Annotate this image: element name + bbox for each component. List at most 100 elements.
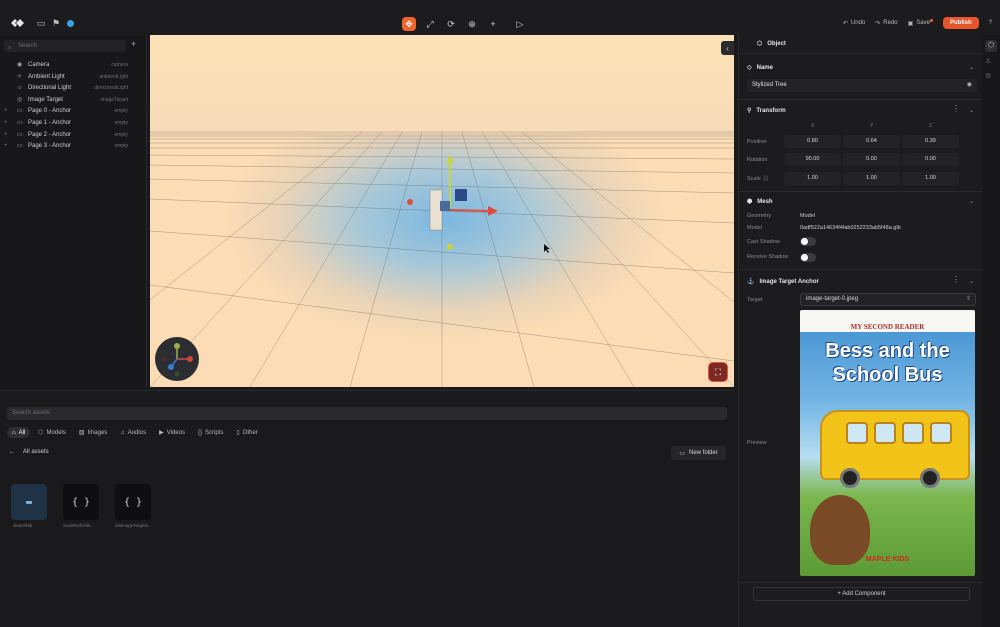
scale-x-input[interactable]: 1.00 bbox=[784, 172, 841, 185]
scale-row-label: Scale ⛓ bbox=[747, 176, 769, 182]
target-select-value: image-target-0.jpeg bbox=[806, 296, 859, 302]
link-icon[interactable]: ⛓ bbox=[762, 176, 769, 182]
back-arrow-icon[interactable]: ← bbox=[9, 449, 15, 455]
position-z-input[interactable]: 0.39 bbox=[902, 135, 959, 148]
chevron-down-icon[interactable]: ⌄ bbox=[969, 107, 974, 114]
scale-z-input[interactable]: 1.00 bbox=[902, 172, 959, 185]
filter-images-label: Images bbox=[87, 429, 108, 436]
hierarchy-item[interactable]: ☼ Directional Light directionalLight bbox=[0, 83, 147, 94]
settings-tab-icon[interactable]: ⚙ bbox=[985, 72, 991, 80]
tag-icon: ◇ bbox=[747, 65, 752, 71]
move-tool-button[interactable]: ✥ bbox=[402, 17, 416, 31]
save-label: Save bbox=[916, 20, 930, 26]
asset-folder-sketchfab[interactable]: ▬ bbox=[11, 484, 47, 520]
assets-search-input[interactable]: Search assets bbox=[7, 407, 727, 420]
redo-button[interactable]: ↷ Redo bbox=[875, 20, 897, 27]
hierarchy-item-name: Page 3 - Anchor bbox=[28, 143, 72, 150]
hierarchy-search-input[interactable]: ⌕ Search bbox=[4, 40, 126, 52]
add-object-button[interactable]: + bbox=[131, 39, 136, 49]
help-icon[interactable]: ? bbox=[989, 20, 992, 26]
object-name-input[interactable]: Stylized Tree ◉ bbox=[747, 79, 977, 92]
add-tool-button[interactable]: + bbox=[486, 17, 500, 31]
status-dot-icon[interactable] bbox=[64, 17, 76, 29]
rotation-z-input[interactable]: 0.00 bbox=[902, 153, 959, 166]
play-button[interactable]: ▷ bbox=[513, 17, 527, 31]
view-gizmo[interactable] bbox=[155, 337, 199, 381]
new-folder-button[interactable]: ▭ New folder bbox=[671, 446, 726, 460]
mesh-section-header[interactable]: ⬢ Mesh bbox=[747, 198, 773, 206]
globe-tool-button[interactable]: ⊕ bbox=[465, 17, 479, 31]
hierarchy-item[interactable]: + ▭ Page 1 - Anchor empty bbox=[0, 118, 147, 129]
collapse-panel-button[interactable]: ‹ bbox=[721, 41, 734, 55]
rotation-x-input[interactable]: 90.00 bbox=[784, 153, 841, 166]
music-icon: ♫ bbox=[120, 429, 125, 436]
filter-audios[interactable]: ♫ Audios bbox=[115, 427, 151, 438]
hierarchy-item-name: Camera bbox=[28, 62, 50, 68]
target-select[interactable]: image-target-0.jpeg ⇕ bbox=[800, 293, 976, 306]
hierarchy-item-name: Page 2 - Anchor bbox=[28, 131, 72, 138]
plus-icon: + bbox=[837, 591, 841, 597]
app-logo[interactable] bbox=[11, 18, 24, 29]
more-options-icon[interactable]: ⋮ bbox=[952, 275, 960, 284]
receive-shadow-toggle[interactable] bbox=[800, 253, 816, 262]
hierarchy-item[interactable]: ◉ Camera camera bbox=[0, 60, 147, 71]
rotation-y-input[interactable]: 0.00 bbox=[843, 153, 900, 166]
filter-other[interactable]: ▯ Other bbox=[231, 427, 262, 438]
top-bar: ▭ ⚑ ✥ ⤢ ⟳ ⊕ + ▷ ↶ Undo ↷ Redo ▣ Save Publis… bbox=[0, 0, 1000, 36]
hierarchy-item[interactable]: + ▭ Page 2 - Anchor empty bbox=[0, 130, 147, 141]
rotate-tool-button[interactable]: ⟳ bbox=[444, 17, 458, 31]
more-options-icon[interactable]: ⋮ bbox=[952, 104, 960, 113]
hierarchy-item[interactable]: ✧ Ambient Light ambientLight bbox=[0, 72, 147, 83]
publish-button[interactable]: Publish bbox=[942, 17, 979, 29]
chevron-down-icon[interactable]: ⌄ bbox=[969, 198, 974, 205]
filter-images[interactable]: ▨ Images bbox=[74, 427, 112, 438]
hierarchy-item[interactable]: + ▭ Page 3 - Anchor empty bbox=[0, 141, 147, 152]
filter-models[interactable]: ⬡ Models bbox=[33, 427, 71, 438]
expand-icon[interactable]: + bbox=[4, 106, 8, 117]
book-title-line2: School Bus bbox=[832, 364, 943, 386]
asset-filters: ⌂ All ⬡ Models ▨ Images ♫ Audios ▶ Videos {} S… bbox=[7, 427, 263, 438]
folder-plus-icon: ▭ bbox=[679, 450, 685, 457]
hierarchy-item[interactable]: + ▭ Page 0 - Anchor empty bbox=[0, 106, 147, 117]
scale-y-input[interactable]: 1.00 bbox=[843, 172, 900, 185]
anchor-section-header[interactable]: ⚓ Image Target Anchor bbox=[747, 278, 819, 286]
filter-videos[interactable]: ▶ Videos bbox=[154, 427, 190, 438]
eye-icon[interactable]: ◉ bbox=[967, 79, 972, 92]
video-icon: ▶ bbox=[159, 430, 164, 436]
capture-image-icon[interactable]: ⛶ bbox=[708, 362, 728, 382]
model-value[interactable]: 0adf522a14634f4fab0252233ab5f48a.glb bbox=[800, 225, 901, 231]
chevron-down-icon[interactable]: ⌄ bbox=[969, 278, 974, 285]
assets-breadcrumb[interactable]: ← All assets bbox=[9, 449, 49, 455]
expand-icon[interactable]: + bbox=[4, 130, 8, 141]
name-section-header[interactable]: ◇ Name bbox=[747, 64, 773, 72]
book-series-text: MY SECOND READER bbox=[850, 323, 925, 331]
expand-icon[interactable]: + bbox=[4, 118, 8, 129]
object-tab-icon[interactable]: ⬡ bbox=[985, 40, 997, 52]
geometry-value[interactable]: Model bbox=[800, 213, 815, 219]
undo-button[interactable]: ↶ Undo bbox=[843, 20, 865, 27]
filter-scripts[interactable]: {} Scripts bbox=[193, 427, 228, 438]
asset-script-scale-ref[interactable]: { } bbox=[63, 484, 99, 520]
cast-shadow-label: Cast Shadow bbox=[747, 239, 780, 245]
add-component-button[interactable]: + Add Component bbox=[753, 587, 970, 601]
chevron-down-icon[interactable]: ⌄ bbox=[969, 64, 974, 71]
save-button[interactable]: ▣ Save bbox=[908, 19, 933, 27]
folder-icon: ▭ bbox=[17, 143, 23, 150]
cast-shadow-toggle[interactable] bbox=[800, 237, 816, 246]
folder-icon: ▭ bbox=[17, 131, 23, 138]
person-tab-icon[interactable]: ♙ bbox=[985, 57, 991, 65]
asset-script-init-image-targets[interactable]: { } bbox=[115, 484, 151, 520]
home-icon: ⌂ bbox=[12, 429, 16, 436]
scene-viewport[interactable]: ‹ ⛶ bbox=[150, 35, 734, 387]
transform-section-header[interactable]: ⚲ Transform bbox=[747, 107, 786, 115]
position-y-input[interactable]: 0.64 bbox=[843, 135, 900, 148]
filter-all[interactable]: ⌂ All bbox=[7, 427, 31, 438]
keyboard-icon[interactable]: ▭ bbox=[35, 17, 47, 29]
hierarchy-item[interactable]: ◎ Image Target imageTarget bbox=[0, 95, 147, 106]
flag-icon[interactable]: ⚑ bbox=[50, 17, 62, 29]
search-icon: ⌕ bbox=[8, 45, 12, 51]
position-x-input[interactable]: 0.80 bbox=[784, 135, 841, 148]
scene-hierarchy: ⌕ Search + ◉ Camera camera ✧ Ambient Light am… bbox=[0, 36, 147, 387]
expand-icon[interactable]: + bbox=[4, 141, 8, 152]
scale-tool-button[interactable]: ⤢ bbox=[423, 17, 437, 31]
